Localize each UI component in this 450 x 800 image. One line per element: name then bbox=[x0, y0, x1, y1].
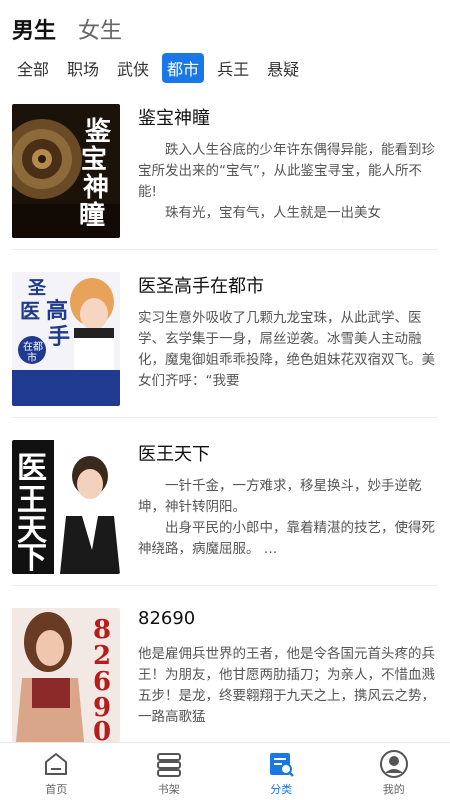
svg-text:下: 下 bbox=[17, 541, 47, 574]
svg-text:高: 高 bbox=[46, 298, 68, 324]
svg-text:神: 神 bbox=[83, 173, 109, 203]
book-item[interactable]: 圣 医 高 手 在都 市 医圣高手在都市 实习生意外吸收了几颗九龙宝珠，从此武学… bbox=[0, 260, 450, 418]
bottom-navigation: 首页 书架 分类 我的 bbox=[0, 742, 450, 800]
book-cover[interactable]: 8 2 6 9 0 bbox=[12, 608, 120, 742]
svg-text:医: 医 bbox=[17, 451, 47, 486]
svg-text:医: 医 bbox=[20, 299, 40, 323]
book-title[interactable]: 医王天下 bbox=[138, 440, 210, 466]
user-icon bbox=[379, 749, 409, 779]
svg-text:在都: 在都 bbox=[23, 341, 43, 353]
svg-text:宝: 宝 bbox=[81, 144, 107, 175]
home-icon bbox=[41, 749, 71, 779]
nav-bookshelf-label: 书架 bbox=[157, 783, 180, 796]
book-title[interactable]: 鉴宝神瞳 bbox=[138, 104, 210, 130]
book-description: 实习生意外吸收了几颗九龙宝珠，从此武学、医学、玄学集于一身，屌丝逆袭。冰雪美人主… bbox=[138, 310, 435, 389]
category-mystery[interactable]: 悬疑 bbox=[262, 53, 304, 83]
nav-mine[interactable]: 我的 bbox=[338, 743, 450, 800]
category-search-icon bbox=[266, 749, 296, 779]
book-cover[interactable]: 鉴 宝 神 瞳 bbox=[12, 104, 120, 238]
svg-text:手: 手 bbox=[48, 324, 70, 350]
category-martial[interactable]: 武侠 bbox=[112, 53, 154, 83]
category-soldier[interactable]: 兵王 bbox=[212, 53, 254, 83]
book-item[interactable]: 8 2 6 9 0 82690 他是雇佣兵世界的王者，他是令各国元首头疼的兵王！… bbox=[0, 596, 450, 746]
book-description: 一针千金，一方难求，移星换斗，妙手逆乾坤，神针转阴阳。 出身平民的小郎中，靠着精… bbox=[138, 478, 435, 557]
book-item[interactable]: 鉴 宝 神 瞳 鉴宝神瞳 跌入人生谷底的少年许东偶得异能，能看到珍宝所发出来的“… bbox=[0, 92, 450, 250]
nav-category-label: 分类 bbox=[270, 783, 293, 796]
book-description: 他是雇佣兵世界的王者，他是令各国元首头疼的兵王！为朋友，他甘愿两肋插刀；为亲人，… bbox=[138, 646, 435, 725]
book-cover[interactable]: 圣 医 高 手 在都 市 bbox=[12, 272, 120, 406]
book-cover[interactable]: 医 王 天 下 bbox=[12, 440, 120, 574]
category-all[interactable]: 全部 bbox=[12, 53, 54, 83]
nav-category[interactable]: 分类 bbox=[225, 743, 338, 800]
category-urban[interactable]: 都市 bbox=[162, 53, 205, 83]
divider bbox=[12, 249, 438, 250]
book-item[interactable]: 医 王 天 下 医王天下 一针千金，一方难求，移星换斗，妙手逆乾坤，神针转阴阳。… bbox=[0, 428, 450, 586]
nav-mine-label: 我的 bbox=[382, 783, 405, 796]
svg-text:圣: 圣 bbox=[27, 278, 47, 299]
book-title[interactable]: 82690 bbox=[138, 608, 195, 629]
category-tabs: 全部 职场 武侠 都市 兵王 悬疑 bbox=[12, 53, 304, 83]
nav-bookshelf[interactable]: 书架 bbox=[113, 743, 226, 800]
svg-text:0: 0 bbox=[93, 717, 111, 742]
svg-text:瞳: 瞳 bbox=[79, 200, 105, 231]
gender-tabs: 男生 女生 bbox=[12, 12, 122, 46]
bookshelf-icon bbox=[154, 749, 184, 779]
nav-home-label: 首页 bbox=[45, 783, 68, 796]
tab-male[interactable]: 男生 bbox=[12, 13, 56, 45]
cover-title-char: 鉴 bbox=[84, 117, 112, 147]
nav-home[interactable]: 首页 bbox=[0, 743, 113, 800]
book-title[interactable]: 医圣高手在都市 bbox=[138, 272, 264, 298]
divider bbox=[12, 585, 438, 586]
divider bbox=[12, 417, 438, 418]
category-workplace[interactable]: 职场 bbox=[62, 53, 104, 83]
tab-female[interactable]: 女生 bbox=[78, 13, 122, 45]
svg-text:市: 市 bbox=[27, 351, 37, 364]
book-description: 跌入人生谷底的少年许东偶得异能，能看到珍宝所发出来的“宝气”，从此鉴宝寻宝，能人… bbox=[138, 142, 435, 221]
